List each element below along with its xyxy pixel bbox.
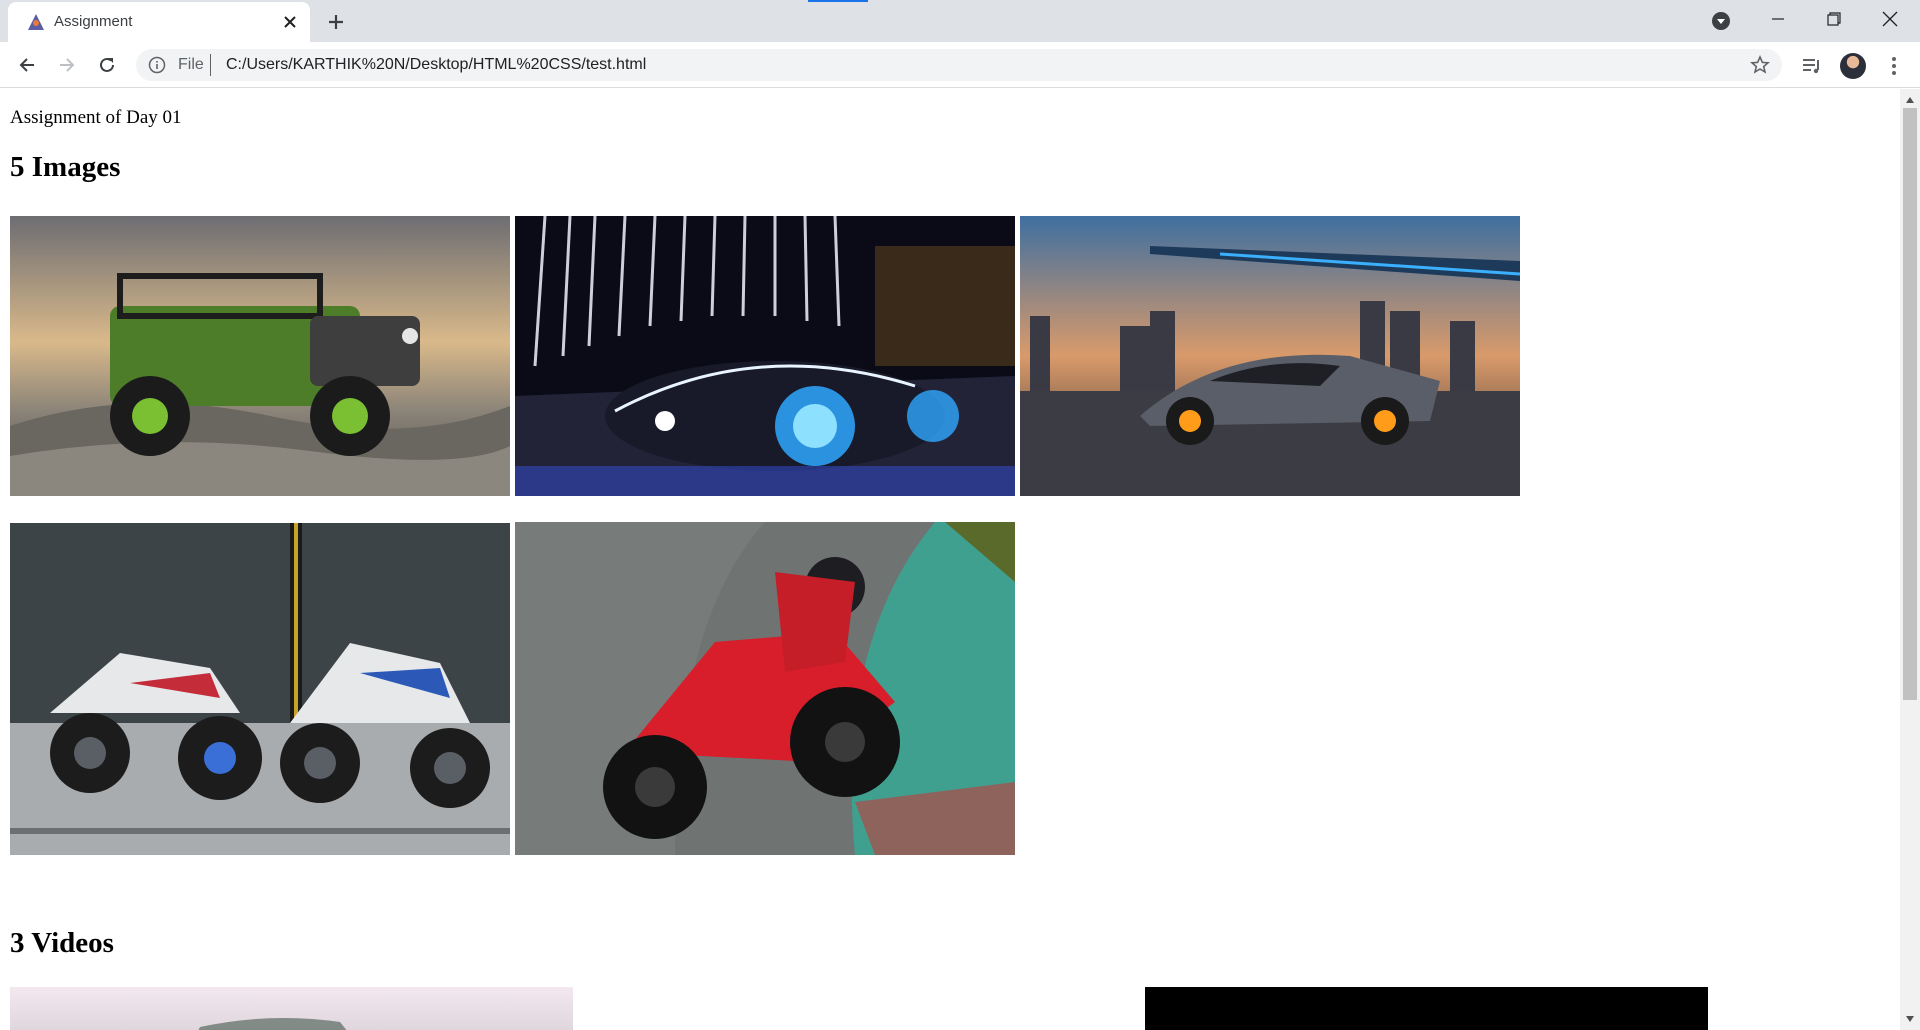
site-info-icon[interactable]: [148, 56, 166, 74]
images-heading: 5 Images: [10, 151, 121, 183]
loading-indicator: [808, 0, 868, 2]
video-player-3[interactable]: [1145, 987, 1708, 1030]
scroll-down-arrow-icon[interactable]: [1900, 1010, 1920, 1028]
image-concept-car: [515, 216, 1015, 496]
url-divider: [210, 54, 211, 76]
url-scheme-label: File: [178, 56, 204, 73]
image-motorcycles: [10, 523, 510, 855]
forward-arrow-icon[interactable]: [51, 49, 83, 81]
tab-search-icon[interactable]: [1710, 10, 1732, 32]
scroll-up-arrow-icon[interactable]: [1900, 91, 1920, 109]
media-controls-icon[interactable]: [1800, 54, 1824, 78]
close-window-icon[interactable]: [1862, 0, 1918, 38]
url-text[interactable]: C:/Users/KARTHIK%20N/Desktop/HTML%20CSS/…: [226, 56, 646, 74]
bookmark-star-icon[interactable]: [1750, 55, 1770, 75]
close-tab-icon[interactable]: [280, 12, 300, 32]
menu-kebab-icon[interactable]: [1882, 54, 1906, 78]
tab-assignment[interactable]: Assignment: [8, 2, 310, 42]
videos-heading: 3 Videos: [10, 927, 114, 959]
page-viewport: Assignment of Day 01 5 Images 3 Videos: [0, 89, 1900, 1030]
image-supercar: [1020, 216, 1520, 496]
reload-icon[interactable]: [91, 49, 123, 81]
scrollbar-thumb[interactable]: [1903, 108, 1917, 700]
restore-icon[interactable]: [1806, 0, 1862, 38]
address-bar[interactable]: File C:/Users/KARTHIK%20N/Desktop/HTML%2…: [136, 49, 1782, 81]
minimize-icon[interactable]: [1750, 0, 1806, 38]
profile-avatar[interactable]: [1840, 53, 1866, 79]
browser-toolbar: File C:/Users/KARTHIK%20N/Desktop/HTML%2…: [0, 42, 1920, 88]
intro-text: Assignment of Day 01: [10, 107, 182, 128]
new-tab-icon[interactable]: [322, 8, 350, 36]
image-red-motorcycle: [515, 522, 1015, 855]
tab-strip: Assignment: [0, 0, 1920, 42]
video-player-1[interactable]: [10, 987, 573, 1030]
back-arrow-icon[interactable]: [11, 49, 43, 81]
page-favicon-icon: [24, 10, 48, 34]
tab-title: Assignment: [54, 13, 133, 30]
image-jeep: [10, 216, 510, 496]
